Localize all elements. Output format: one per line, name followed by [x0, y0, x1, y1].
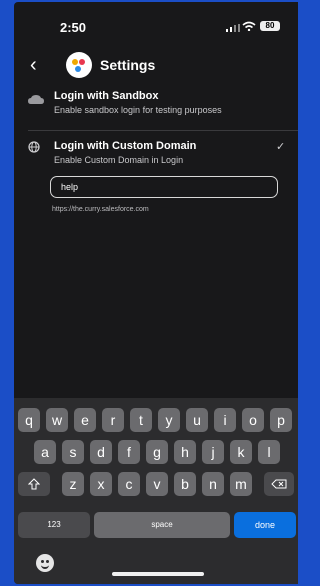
- key-b[interactable]: b: [174, 472, 196, 496]
- option-title: Login with Sandbox: [54, 90, 159, 102]
- keyboard: q w e r t y u i o p a s d f g h j k l z …: [14, 398, 298, 584]
- status-bar: 2:50 80: [14, 2, 298, 44]
- backspace-icon: [271, 479, 287, 489]
- option-subtitle: Enable Custom Domain in Login: [54, 155, 184, 165]
- key-t[interactable]: t: [130, 408, 152, 432]
- key-u[interactable]: u: [186, 408, 208, 432]
- navigation-bar: ‹ Settings: [14, 48, 298, 84]
- globe-icon: [28, 140, 40, 158]
- key-x[interactable]: x: [90, 472, 112, 496]
- key-a[interactable]: a: [34, 440, 56, 464]
- key-e[interactable]: e: [74, 408, 96, 432]
- key-h[interactable]: h: [174, 440, 196, 464]
- key-k[interactable]: k: [230, 440, 252, 464]
- checkmark-icon: ✓: [276, 141, 286, 153]
- wifi-icon: [242, 21, 256, 34]
- shift-icon: [27, 478, 41, 490]
- emoji-icon[interactable]: [36, 554, 54, 572]
- key-r[interactable]: r: [102, 408, 124, 432]
- numbers-key[interactable]: 123: [18, 512, 90, 538]
- key-q[interactable]: q: [18, 408, 40, 432]
- key-s[interactable]: s: [62, 440, 84, 464]
- key-n[interactable]: n: [202, 472, 224, 496]
- key-d[interactable]: d: [90, 440, 112, 464]
- key-z[interactable]: z: [62, 472, 84, 496]
- battery-icon: 80: [260, 21, 280, 31]
- status-time: 2:50: [60, 20, 87, 35]
- done-key[interactable]: done: [234, 512, 296, 538]
- home-indicator[interactable]: [112, 572, 204, 576]
- key-c[interactable]: c: [118, 472, 140, 496]
- phone-screen: 2:50 80 ‹ Settings Login with Sandbox En…: [14, 2, 298, 584]
- page-title: Settings: [100, 57, 156, 73]
- key-p[interactable]: p: [270, 408, 292, 432]
- key-g[interactable]: g: [146, 440, 168, 464]
- option-title: Login with Custom Domain: [54, 140, 197, 152]
- signal-icon: [226, 24, 240, 32]
- key-l[interactable]: l: [258, 440, 280, 464]
- key-o[interactable]: o: [242, 408, 264, 432]
- shift-key[interactable]: [18, 472, 50, 496]
- app-logo-icon: [66, 52, 92, 78]
- cloud-icon: [28, 92, 44, 110]
- key-j[interactable]: j: [202, 440, 224, 464]
- key-w[interactable]: w: [46, 408, 68, 432]
- domain-example-hint: https://the.curry.salesforce.com: [52, 206, 149, 213]
- key-i[interactable]: i: [214, 408, 236, 432]
- custom-domain-input[interactable]: [50, 176, 278, 198]
- space-key[interactable]: space: [94, 512, 230, 538]
- backspace-key[interactable]: [264, 472, 294, 496]
- key-y[interactable]: y: [158, 408, 180, 432]
- back-button[interactable]: ‹: [30, 54, 37, 76]
- divider: [28, 130, 298, 131]
- key-f[interactable]: f: [118, 440, 140, 464]
- key-v[interactable]: v: [146, 472, 168, 496]
- key-m[interactable]: m: [230, 472, 252, 496]
- option-subtitle: Enable sandbox login for testing purpose…: [54, 105, 222, 115]
